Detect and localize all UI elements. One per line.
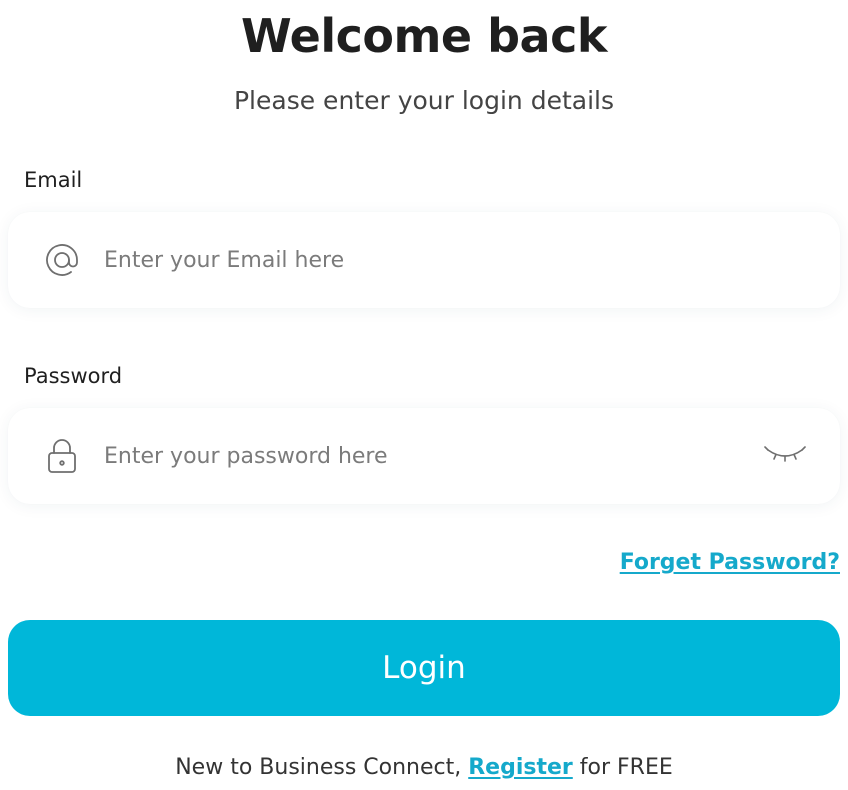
register-prompt-prefix: New to Business Connect,	[175, 755, 469, 780]
eye-closed-icon[interactable]	[764, 442, 806, 468]
page-subtitle: Please enter your login details	[233, 86, 614, 115]
at-icon	[42, 240, 82, 280]
lock-icon	[42, 436, 82, 476]
password-label: Password	[24, 364, 123, 388]
register-link[interactable]: Register	[468, 755, 573, 780]
password-input[interactable]	[104, 436, 724, 476]
page-title: Welcome back	[241, 9, 607, 63]
register-prompt: New to Business Connect, Register for FR…	[0, 752, 848, 784]
email-label: Email	[24, 168, 83, 192]
password-field-container[interactable]	[8, 408, 840, 504]
register-prompt-suffix: for FREE	[572, 755, 673, 780]
login-page: Welcome back Please enter your login det…	[0, 0, 848, 790]
email-input[interactable]	[104, 240, 724, 280]
login-button[interactable]: Login	[8, 620, 840, 716]
email-field-container[interactable]	[8, 212, 840, 308]
forget-password-link[interactable]: Forget Password?	[620, 548, 840, 578]
